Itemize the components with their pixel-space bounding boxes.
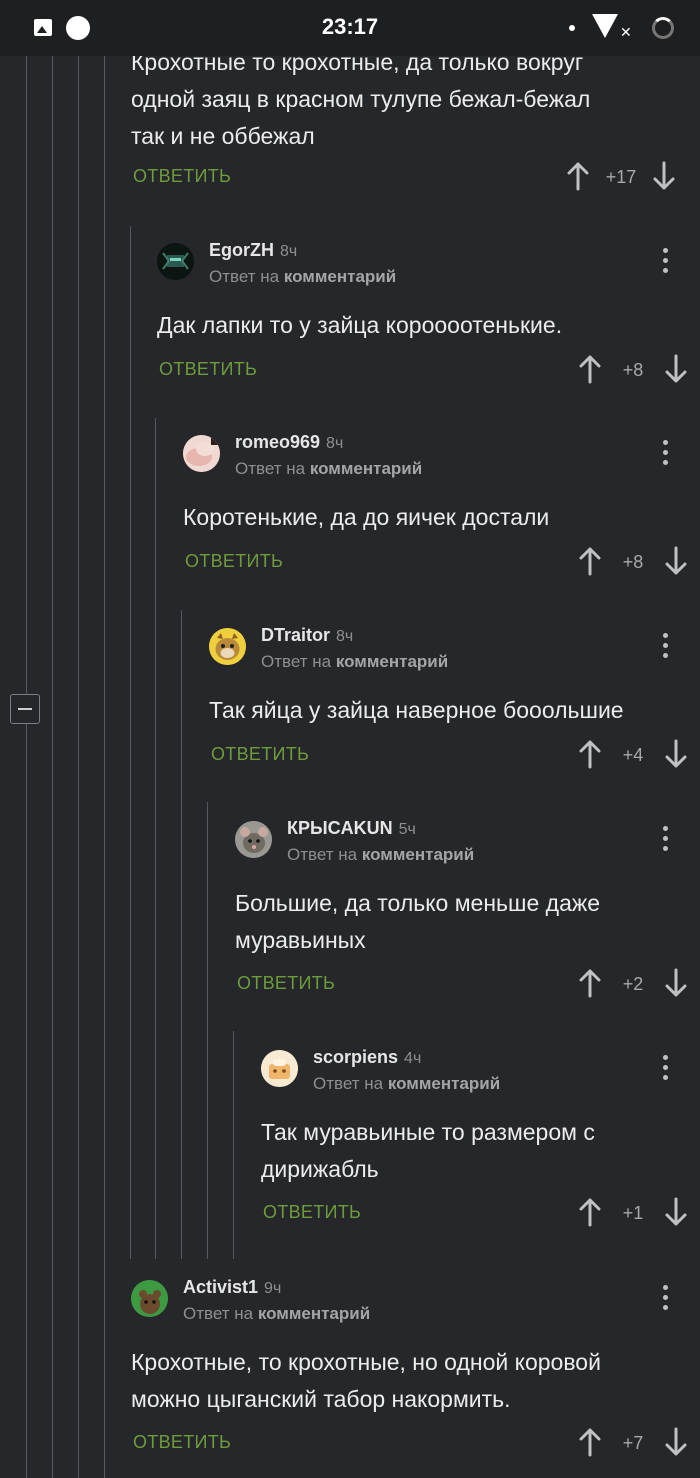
downvote-arrow-icon[interactable] xyxy=(664,1197,688,1227)
more-options-icon[interactable] xyxy=(655,1055,675,1081)
avatar[interactable] xyxy=(261,1050,298,1087)
more-options-icon[interactable] xyxy=(655,826,675,852)
reply-button[interactable]: ОТВЕТИТЬ xyxy=(263,1202,361,1223)
upvote-arrow-icon[interactable] xyxy=(578,1197,602,1227)
thread-line xyxy=(181,610,182,1259)
comment-text: Крохотные то крохотные, да только вокруг… xyxy=(131,49,591,149)
comment-time: 8ч xyxy=(326,435,344,452)
more-options-icon[interactable] xyxy=(655,248,675,274)
comment-text: Так яйца у зайца наверное бооольшие xyxy=(209,697,624,723)
reply-button[interactable]: ОТВЕТИТЬ xyxy=(133,166,231,187)
status-bar: 23:17 ✕ xyxy=(0,0,700,56)
avatar[interactable] xyxy=(209,628,246,665)
comment-author[interactable]: DTraitor xyxy=(261,625,330,645)
more-options-icon[interactable] xyxy=(655,440,675,466)
reply-button[interactable]: ОТВЕТИТЬ xyxy=(185,551,283,572)
comment-author[interactable]: КРЫСAKUN xyxy=(287,818,393,838)
reply-button[interactable]: ОТВЕТИТЬ xyxy=(237,973,335,994)
reply-to-link[interactable]: комментарий xyxy=(284,267,396,286)
comment-time: 8ч xyxy=(336,628,354,645)
vote-widget: +17 xyxy=(566,161,676,195)
comment-text: Коротенькие, да до яичек достали xyxy=(183,504,550,530)
reply-to-label: Ответ на комментарий xyxy=(261,652,449,671)
vote-score: +7 xyxy=(622,1433,644,1453)
avatar[interactable] xyxy=(157,243,194,280)
thread-line xyxy=(52,56,53,1478)
reply-to-link[interactable]: комментарий xyxy=(388,1074,500,1093)
no-data-icon: ✕ xyxy=(620,24,632,40)
comment-text: Дак лапки то у зайца короооотенькие. xyxy=(157,312,563,338)
vote-score: +2 xyxy=(622,974,644,994)
avatar[interactable] xyxy=(183,435,220,472)
reply-to-label: Ответ на комментарий xyxy=(183,1304,371,1323)
upvote-arrow-icon[interactable] xyxy=(578,354,602,384)
vote-widget: +2 xyxy=(578,968,688,1002)
thread-line xyxy=(130,226,131,1259)
comment-time: 4ч xyxy=(404,1050,422,1067)
reply-to-link[interactable]: комментарий xyxy=(310,459,422,478)
reply-button[interactable]: ОТВЕТИТЬ xyxy=(133,1432,231,1453)
reply-button[interactable]: ОТВЕТИТЬ xyxy=(211,744,309,765)
downvote-arrow-icon[interactable] xyxy=(664,546,688,576)
reply-to-link[interactable]: комментарий xyxy=(362,845,474,864)
vote-score: +8 xyxy=(622,360,644,380)
reply-to-label: Ответ на комментарий xyxy=(209,267,397,286)
downvote-arrow-icon[interactable] xyxy=(664,354,688,384)
vote-score: +4 xyxy=(622,745,644,765)
downvote-arrow-icon[interactable] xyxy=(664,968,688,998)
comment-text: Так муравьиные то размером с дирижабль xyxy=(261,1119,595,1182)
comment-time: 9ч xyxy=(264,1280,282,1297)
comment-author[interactable]: scorpiens xyxy=(313,1047,398,1067)
vote-widget: +8 xyxy=(578,354,688,388)
vote-widget: +4 xyxy=(578,739,688,773)
loading-ring-icon xyxy=(652,17,674,39)
reply-to-link[interactable]: комментарий xyxy=(258,1304,370,1323)
downvote-arrow-icon[interactable] xyxy=(664,739,688,769)
thread-line xyxy=(78,56,79,1478)
thread-line xyxy=(155,418,156,1259)
reply-button[interactable]: ОТВЕТИТЬ xyxy=(159,359,257,380)
collapse-thread-button[interactable] xyxy=(10,694,40,724)
downvote-arrow-icon[interactable] xyxy=(652,161,676,191)
comment-author[interactable]: EgorZH xyxy=(209,240,274,260)
downvote-arrow-icon[interactable] xyxy=(664,1427,688,1457)
upvote-arrow-icon[interactable] xyxy=(566,161,590,191)
vote-score: +8 xyxy=(622,552,644,572)
vote-score: +1 xyxy=(622,1203,644,1223)
reply-to-label: Ответ на комментарий xyxy=(235,459,423,478)
comment-time: 8ч xyxy=(280,243,298,260)
reply-to-link[interactable]: комментарий xyxy=(336,652,448,671)
avatar[interactable] xyxy=(235,821,272,858)
thread-line xyxy=(26,56,27,694)
more-options-icon[interactable] xyxy=(655,633,675,659)
reply-to-label: Ответ на комментарий xyxy=(287,845,475,864)
vote-widget: +8 xyxy=(578,546,688,580)
comment-time: 5ч xyxy=(398,821,416,838)
vote-score: +17 xyxy=(605,167,637,187)
upvote-arrow-icon[interactable] xyxy=(578,739,602,769)
upvote-arrow-icon[interactable] xyxy=(578,1427,602,1457)
thread-line xyxy=(26,724,27,1478)
upvote-arrow-icon[interactable] xyxy=(578,968,602,998)
upvote-arrow-icon[interactable] xyxy=(578,546,602,576)
vote-widget: +1 xyxy=(578,1197,688,1231)
comment-author[interactable]: Activist1 xyxy=(183,1277,258,1297)
reply-to-label: Ответ на комментарий xyxy=(313,1074,501,1093)
thread-line xyxy=(207,802,208,1259)
more-options-icon[interactable] xyxy=(655,1285,675,1311)
vote-widget: +7 xyxy=(578,1427,688,1461)
comment-text: Крохотные, то крохотные, но одной корово… xyxy=(131,1349,601,1412)
thread-line xyxy=(233,1031,234,1259)
small-dot-icon xyxy=(569,25,575,31)
avatar[interactable] xyxy=(131,1280,168,1317)
comment-text: Большие, да только меньше даже муравьиных xyxy=(235,890,601,953)
wifi-icon xyxy=(592,14,618,38)
comment-author[interactable]: romeo969 xyxy=(235,432,320,452)
thread-line xyxy=(104,56,105,1478)
